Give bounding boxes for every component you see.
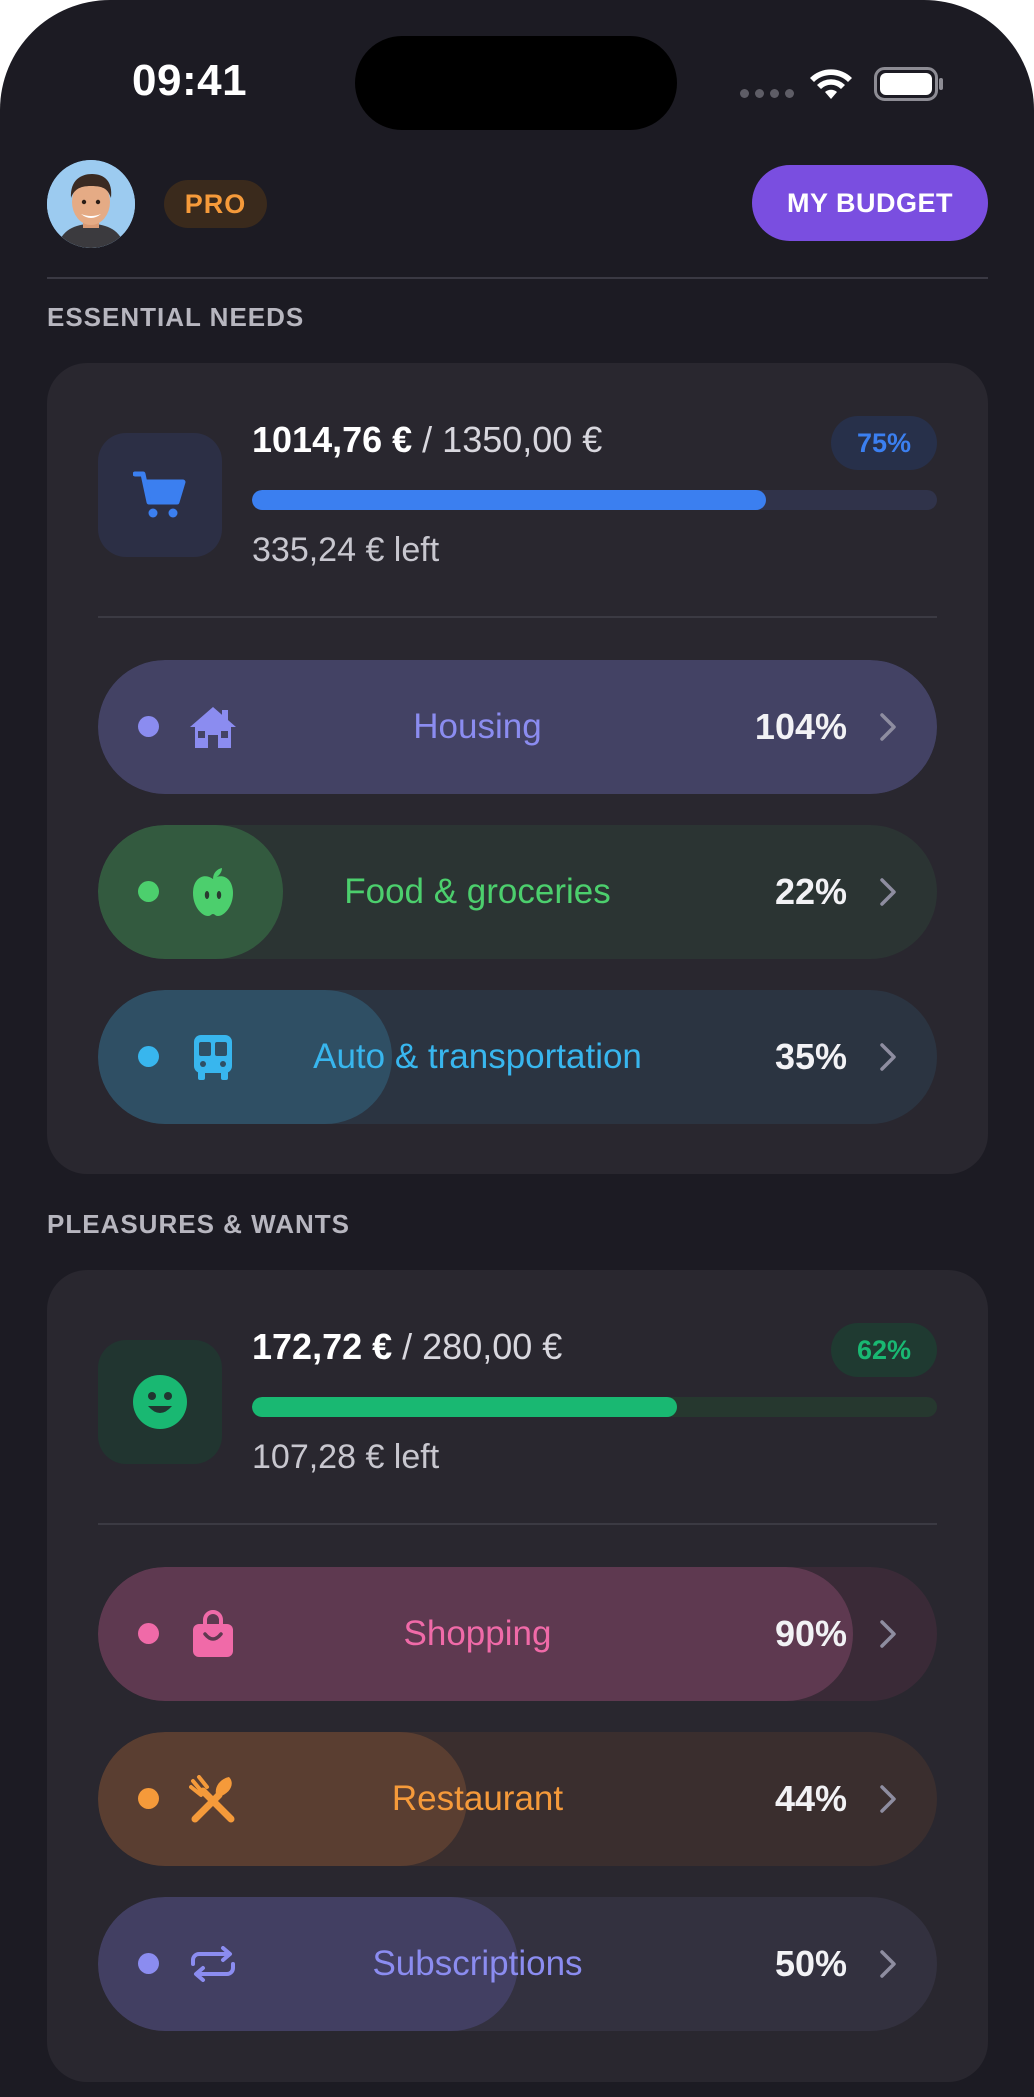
chevron-right-icon — [880, 1620, 896, 1648]
essential-summary-icon — [98, 433, 222, 557]
shopping-icon-wrap — [188, 1609, 238, 1659]
category-row-auto[interactable]: Auto & transportation 35% — [98, 990, 937, 1124]
dynamic-island — [355, 36, 677, 130]
housing-label: Housing — [413, 707, 542, 746]
my-budget-button[interactable]: MY BUDGET — [752, 165, 988, 241]
essential-spent: 1014,76 € — [252, 419, 413, 460]
subscriptions-icon-wrap — [188, 1939, 238, 1989]
chevron-right-icon — [880, 1950, 896, 1978]
pleasures-percent-badge: 62% — [831, 1323, 937, 1377]
food-icon-wrap — [188, 867, 238, 917]
section-title-essential: ESSENTIAL NEEDS — [47, 302, 305, 332]
pleasures-amount: 172,72 € / 280,00 € — [252, 1326, 562, 1368]
subscriptions-label: Subscriptions — [372, 1944, 583, 1983]
pleasures-total: 280,00 € — [422, 1326, 563, 1367]
category-row-food[interactable]: Food & groceries 22% — [98, 825, 937, 959]
bus-icon — [194, 1035, 232, 1080]
restaurant-percent: 44% — [774, 1778, 847, 1819]
essential-progress-fill — [252, 490, 766, 510]
phone-screen: 09:41 PRO MY BUDGET ESSENTIAL NEEDS 1014… — [0, 0, 1034, 2097]
essential-percent-badge: 75% — [831, 416, 937, 470]
chevron-right-icon — [880, 1043, 896, 1071]
shopping-dot — [138, 1623, 159, 1644]
restaurant-icon-wrap — [188, 1774, 238, 1824]
battery-icon — [874, 67, 943, 101]
avatar[interactable] — [47, 160, 135, 248]
house-icon — [190, 707, 236, 748]
housing-icon-wrap — [188, 702, 238, 752]
food-percent: 22% — [774, 871, 847, 912]
amount-separator: / — [392, 1326, 423, 1367]
shopping-label: Shopping — [403, 1614, 552, 1653]
essential-total: 1350,00 € — [442, 419, 603, 460]
smiley-icon — [133, 1375, 187, 1429]
housing-percent: 104% — [754, 706, 847, 747]
status-time: 09:41 — [132, 56, 248, 105]
pleasures-spent: 172,72 € — [252, 1326, 393, 1367]
pro-badge: PRO — [164, 180, 267, 228]
essential-card: 1014,76 € / 1350,00 € 75% 335,24 € left … — [47, 363, 988, 1174]
essential-progress-track — [252, 490, 937, 510]
category-row-housing[interactable]: Housing 104% — [98, 660, 937, 794]
amount-separator: / — [412, 419, 443, 460]
food-label: Food & groceries — [344, 872, 611, 911]
restaurant-dot — [138, 1788, 159, 1809]
essential-divider — [98, 616, 937, 618]
apple-icon — [193, 868, 233, 916]
chevron-right-icon — [880, 713, 896, 741]
pleasures-summary-icon — [98, 1340, 222, 1464]
auto-icon-wrap — [188, 1032, 238, 1082]
category-row-restaurant[interactable]: Restaurant 44% — [98, 1732, 937, 1866]
shopping-percent: 90% — [774, 1613, 847, 1654]
cellular-signal-icon — [740, 89, 794, 98]
auto-percent: 35% — [774, 1036, 847, 1077]
food-dot — [138, 881, 159, 902]
avatar-image — [47, 160, 135, 248]
header-divider — [47, 277, 988, 279]
utensils-icon — [189, 1775, 235, 1823]
cart-icon — [133, 471, 186, 518]
wifi-icon — [810, 69, 852, 99]
pleasures-card: 172,72 € / 280,00 € 62% 107,28 € left Sh… — [47, 1270, 988, 2082]
auto-dot — [138, 1046, 159, 1067]
chevron-right-icon — [880, 878, 896, 906]
restaurant-label: Restaurant — [391, 1779, 564, 1818]
subscriptions-percent: 50% — [774, 1943, 847, 1984]
housing-dot — [138, 716, 159, 737]
auto-label: Auto & transportation — [313, 1037, 642, 1076]
pleasures-progress-track — [252, 1397, 937, 1417]
section-title-pleasures: PLEASURES & WANTS — [47, 1209, 351, 1239]
pleasures-progress-fill — [252, 1397, 677, 1417]
essential-amount: 1014,76 € / 1350,00 € — [252, 419, 602, 461]
category-row-shopping[interactable]: Shopping 90% — [98, 1567, 937, 1701]
shopping-bag-icon — [193, 1610, 233, 1657]
essential-left: 335,24 € left — [252, 531, 440, 569]
pleasures-left: 107,28 € left — [252, 1438, 440, 1476]
chevron-right-icon — [880, 1785, 896, 1813]
repeat-icon — [191, 1946, 235, 1982]
category-row-subscriptions[interactable]: Subscriptions 50% — [98, 1897, 937, 2031]
subscriptions-dot — [138, 1953, 159, 1974]
pleasures-divider — [98, 1523, 937, 1525]
